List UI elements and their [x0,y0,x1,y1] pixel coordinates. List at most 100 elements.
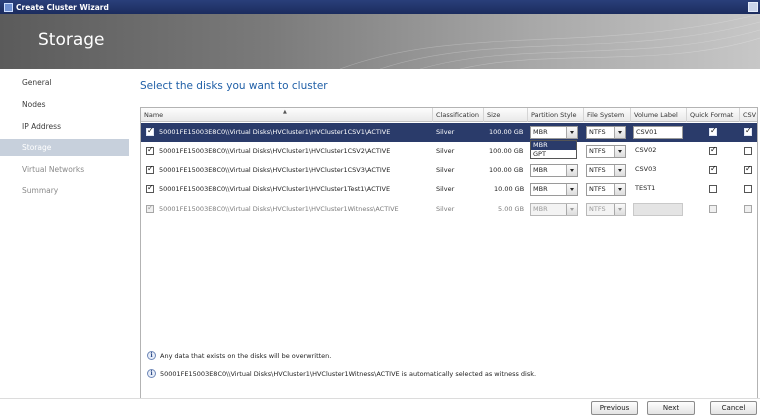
disk-size: 5.00 GB [498,205,525,213]
partition-style-select[interactable]: MBR [530,164,578,177]
column-header-volume-label[interactable]: Volume Label [631,108,687,122]
disk-size: 100.00 GB [489,166,524,174]
csv-checkbox[interactable] [744,126,752,136]
table-row[interactable]: 50001FE15003E8C0\\Virtual Disks\HVCluste… [141,180,757,199]
chevron-down-icon[interactable] [614,146,625,157]
table-row[interactable]: 50001FE15003E8C0\\Virtual Disks\HVCluste… [141,142,757,161]
file-system-select[interactable]: NTFS [586,164,626,177]
volume-label-input[interactable]: CSV01 [633,126,683,139]
info-icon: i [147,351,156,360]
chevron-down-icon [566,204,577,215]
disks-table: Name ▲ Classification Size Partition Sty… [140,107,758,413]
main-content: Select the disks you want to cluster Nam… [129,69,760,413]
sidebar-item-ip-address[interactable]: IP Address [0,118,129,135]
partition-style-value: MBR [533,128,548,136]
table-row[interactable]: 50001FE15003E8C0\\Virtual Disks\HVCluste… [141,161,757,180]
chevron-down-icon[interactable] [566,184,577,195]
section-heading: Select the disks you want to cluster [140,80,328,92]
disk-name: 50001FE15003E8C0\\Virtual Disks\HVCluste… [159,205,399,213]
row-include-checkbox [146,203,154,213]
column-header-quick-format[interactable]: Quick Format [687,108,740,122]
info-icon: i [147,369,156,378]
previous-button[interactable]: Previous [591,401,638,415]
sidebar-item-general[interactable]: General [0,74,129,91]
sidebar-item-nodes[interactable]: Nodes [0,96,129,113]
chevron-down-icon[interactable] [614,127,625,138]
file-system-value: NTFS [589,185,606,193]
next-button[interactable]: Next [647,401,695,415]
file-system-value: NTFS [589,205,606,213]
sidebar-item-virtual-networks: Virtual Networks [22,165,85,174]
column-header-csv[interactable]: CSV [740,108,757,122]
quick-format-checkbox[interactable] [709,126,717,136]
column-header-file-system[interactable]: File System [584,108,631,122]
chevron-down-icon[interactable] [566,165,577,176]
disk-classification: Silver [436,185,455,193]
chevron-down-icon [614,204,625,215]
column-header-classification[interactable]: Classification [433,108,484,122]
column-header-name[interactable]: Name [141,108,433,122]
file-system-value: NTFS [589,166,606,174]
partition-style-value: MBR [533,205,548,213]
disk-classification: Silver [436,205,455,213]
volume-label-input[interactable]: CSV03 [633,164,683,177]
dropdown-option-mbr[interactable]: MBR [531,141,576,150]
disk-name: 50001FE15003E8C0\\Virtual Disks\HVCluste… [159,147,391,155]
info-note-witness: i 50001FE15003E8C0\\Virtual Disks\HVClus… [147,369,536,378]
banner-decoration [340,14,760,69]
window-title: Create Cluster Wizard [16,2,109,12]
info-note-text: Any data that exists on the disks will b… [160,351,332,360]
csv-checkbox[interactable] [744,164,752,174]
wizard-banner: Storage [0,14,760,69]
partition-style-select[interactable]: MBR [530,126,578,139]
chevron-down-icon[interactable] [614,184,625,195]
cancel-button[interactable]: Cancel [710,401,757,415]
disk-classification: Silver [436,147,455,155]
sort-ascending-icon: ▲ [283,109,287,115]
row-include-checkbox[interactable] [146,183,154,193]
chevron-down-icon[interactable] [614,165,625,176]
row-include-checkbox[interactable] [146,145,154,155]
csv-checkbox [744,205,752,213]
row-include-checkbox[interactable] [146,164,154,174]
file-system-select[interactable]: NTFS [586,183,626,196]
chevron-down-icon[interactable] [566,127,577,138]
partition-style-select[interactable]: MBR [530,183,578,196]
column-header-partition-style[interactable]: Partition Style [528,108,584,122]
disk-size: 10.00 GB [494,185,525,193]
table-row[interactable]: 50001FE15003E8C0\\Virtual Disks\HVCluste… [141,123,757,142]
disk-size: 100.00 GB [489,147,524,155]
row-include-checkbox[interactable] [146,126,154,136]
window-titlebar: Create Cluster Wizard [0,0,760,14]
csv-checkbox[interactable] [744,185,752,193]
page-title: Storage [38,30,105,50]
volume-label-input [633,203,683,216]
table-header: Name ▲ Classification Size Partition Sty… [141,108,757,122]
wizard-footer: Previous Next Cancel [0,398,760,416]
sidebar-item-storage[interactable]: Storage [0,139,129,156]
dropdown-option-gpt[interactable]: GPT [531,150,576,159]
partition-style-dropdown-list[interactable]: MBR GPT [530,140,577,159]
volume-label-input[interactable]: TEST1 [633,183,683,196]
file-system-select[interactable]: NTFS [586,126,626,139]
file-system-value: NTFS [589,128,606,136]
file-system-select: NTFS [586,203,626,216]
sidebar-item-summary: Summary [22,186,59,195]
disk-classification: Silver [436,128,455,136]
file-system-select[interactable]: NTFS [586,145,626,158]
column-header-size[interactable]: Size [484,108,528,122]
file-system-value: NTFS [589,147,606,155]
disk-name: 50001FE15003E8C0\\Virtual Disks\HVCluste… [159,185,391,193]
quick-format-checkbox[interactable] [709,145,717,155]
csv-checkbox[interactable] [744,147,752,155]
disk-classification: Silver [436,166,455,174]
disk-size: 100.00 GB [489,128,524,136]
quick-format-checkbox[interactable] [709,185,717,193]
disk-name: 50001FE15003E8C0\\Virtual Disks\HVCluste… [159,128,391,136]
table-row: 50001FE15003E8C0\\Virtual Disks\HVCluste… [141,200,757,219]
info-note-text: 50001FE15003E8C0\\Virtual Disks\HVCluste… [160,369,537,378]
quick-format-checkbox[interactable] [709,164,717,174]
wizard-steps-sidebar: General Nodes IP Address Storage Virtual… [0,69,129,398]
close-window-button[interactable] [748,2,758,12]
volume-label-input[interactable]: CSV02 [633,145,683,158]
